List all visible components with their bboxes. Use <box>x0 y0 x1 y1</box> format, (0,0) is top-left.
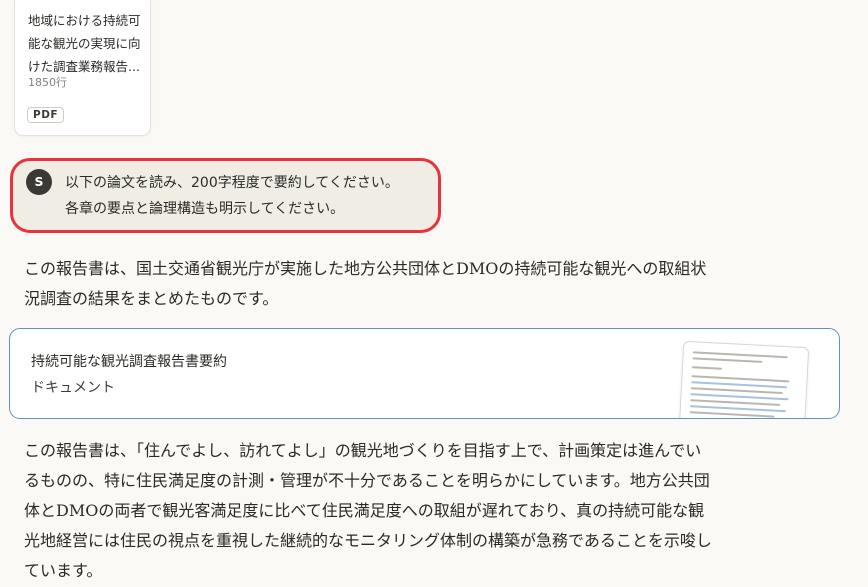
chat-conversation: 地域における持続可能な観光の実現に向けた調査業務報告... 1850行 PDF … <box>0 0 868 587</box>
user-message-line: 各章の要点と論理構造も明示してください。 <box>65 201 345 217</box>
artifact-title: 持続可能な観光調査報告書要約 <box>31 354 227 370</box>
reply-summary-line: この報告書は、「住んでよし、訪れてよし」の観光地づくりを目指す上で、計画策定は進… <box>24 441 702 460</box>
artifact-card[interactable]: 持続可能な観光調査報告書要約 ドキュメント <box>9 328 840 419</box>
reply-summary-line: ています。 <box>24 561 103 580</box>
user-message: S 以下の論文を読み、200字程度で要約してください。 各章の要点と論理構造も明… <box>10 158 441 233</box>
artifact-type: ドキュメント <box>31 380 115 396</box>
attachment-line-count: 1850行 <box>28 76 67 89</box>
attachment-type-badge: PDF <box>27 107 65 123</box>
attachment-card[interactable]: 地域における持続可能な観光の実現に向けた調査業務報告... 1850行 PDF <box>14 0 151 136</box>
reply-summary-line: 光地経営には住民の視点を重視した継続的なモニタリング体制の構築が急務であることを… <box>24 531 712 550</box>
user-avatar: S <box>26 169 52 195</box>
reply-intro-line: 況調査の結果をまとめたものです。 <box>24 289 279 308</box>
reply-intro: この報告書は、国土交通省観光庁が実施した地方公共団体とDMOの持続可能な観光への… <box>24 254 824 314</box>
user-message-line: 以下の論文を読み、200字程度で要約してください。 <box>65 175 399 191</box>
reply-intro-line: この報告書は、国土交通省観光庁が実施した地方公共団体とDMOの持続可能な観光への… <box>24 259 707 278</box>
reply-summary: この報告書は、「住んでよし、訪れてよし」の観光地づくりを目指す上で、計画策定は進… <box>24 436 824 586</box>
reply-summary-line: 体とDMOの両者で観光客満足度に比べて住民満足度への取組が遅れており、真の持続可… <box>24 501 705 520</box>
artifact-thumbnail <box>678 340 810 418</box>
attachment-title: 地域における持続可能な観光の実現に向けた調査業務報告... <box>28 13 141 74</box>
user-message-text: 以下の論文を読み、200字程度で要約してください。 各章の要点と論理構造も明示し… <box>65 170 399 222</box>
reply-summary-line: るものの、特に住民満足度の計測・管理が不十分であることを明らかにしています。地方… <box>24 471 710 490</box>
